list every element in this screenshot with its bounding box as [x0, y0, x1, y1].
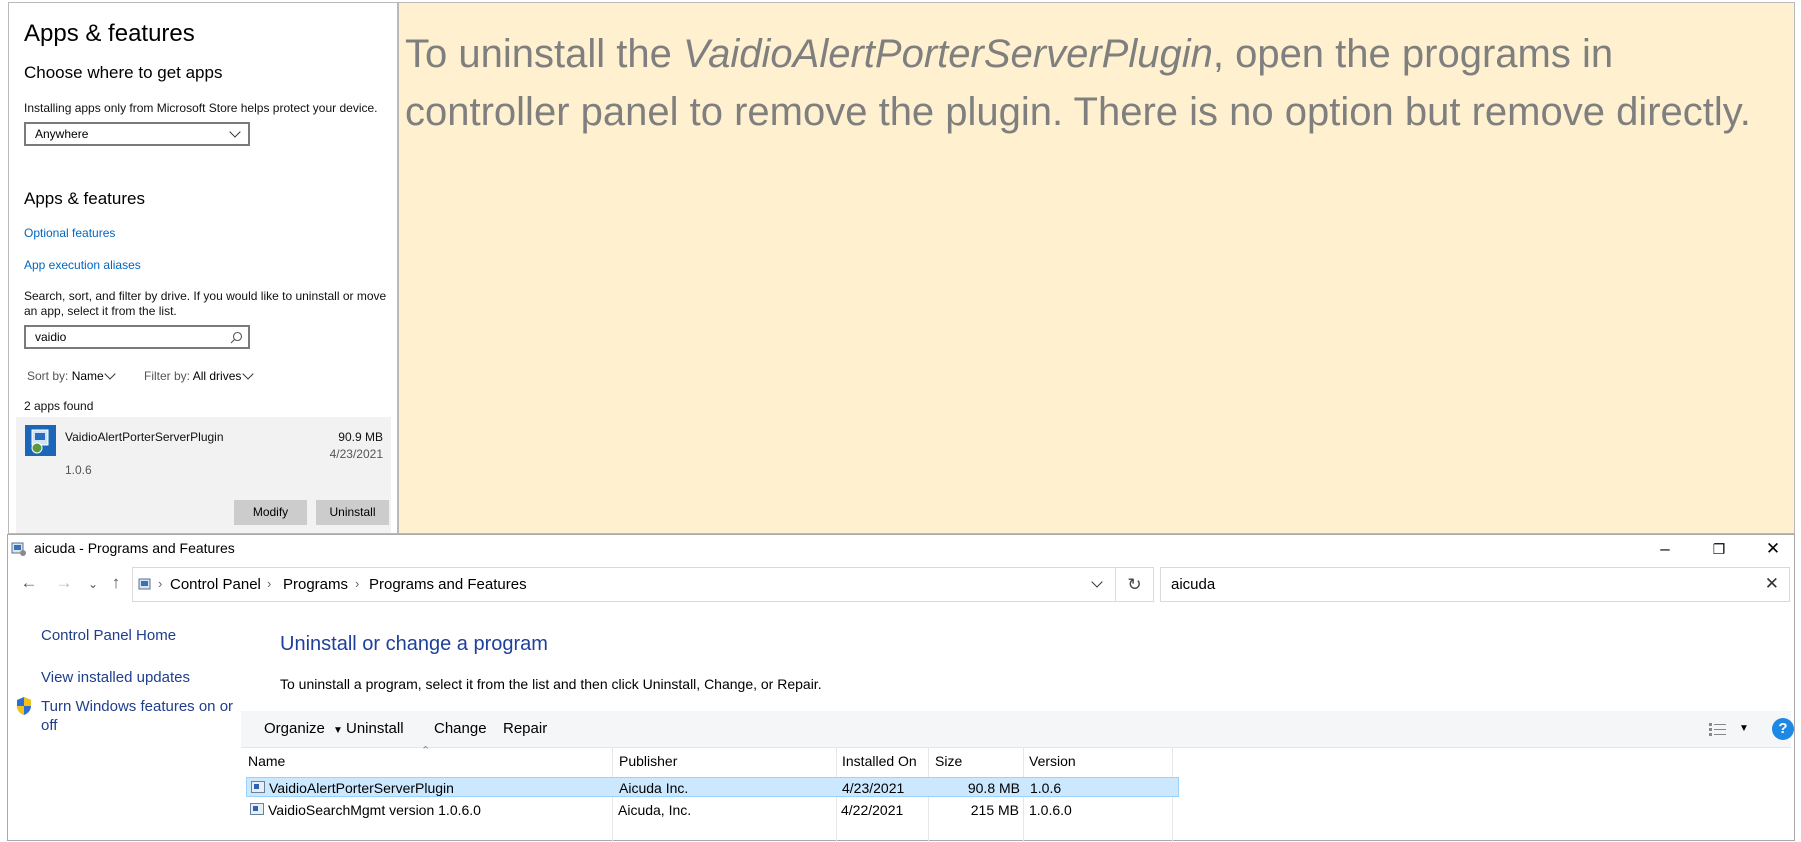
organize-menu[interactable]: Organize ▼ [264, 720, 343, 737]
organize-label: Organize [264, 720, 325, 737]
close-button[interactable]: ✕ [1751, 535, 1795, 563]
windows-features-link[interactable]: Turn Windows features on or off [41, 697, 233, 735]
breadcrumb-separator-icon: › [355, 576, 360, 591]
table-row[interactable]: VaidioSearchMgmt version 1.0.6.0 Aicuda,… [246, 800, 1179, 820]
windows-features-line2: off [41, 717, 58, 734]
search-icon [230, 331, 243, 344]
breadcrumb-separator-icon: › [267, 576, 272, 591]
command-bar: Organize ▼ Uninstall Change Repair ▼ ? [241, 711, 1794, 748]
apps-features-heading: Apps & features [24, 189, 145, 208]
row-size: 90.8 MB [967, 780, 1020, 796]
column-header-installed-on[interactable]: Installed On [842, 753, 917, 769]
row-installed-on: 4/23/2021 [842, 780, 905, 796]
app-search-value: vaidio [35, 330, 67, 344]
address-bar[interactable]: › Control Panel › Programs › Programs an… [132, 567, 1116, 602]
uninstall-button[interactable]: Uninstall [316, 500, 389, 525]
chevron-down-icon [242, 368, 254, 380]
table-row[interactable]: VaidioAlertPorterServerPlugin Aicuda Inc… [246, 777, 1179, 797]
app-execution-aliases-link[interactable]: App execution aliases [24, 258, 141, 272]
programs-features-window: aicuda - Programs and Features – ❐ ✕ ← →… [7, 534, 1795, 842]
breadcrumb-programs-features[interactable]: Programs and Features [369, 576, 527, 593]
back-arrow-icon[interactable]: ← [18, 573, 40, 593]
note-text: To uninstall the VaidioAlertPorterServer… [405, 25, 1775, 141]
uac-shield-icon [17, 697, 31, 715]
window-title: aicuda - Programs and Features [34, 540, 235, 556]
app-source-dropdown[interactable]: Anywhere [24, 122, 250, 146]
row-publisher: Aicuda Inc. [619, 780, 689, 796]
column-header-publisher[interactable]: Publisher [619, 753, 677, 769]
note-pre: To uninstall the [405, 32, 683, 76]
column-header-size[interactable]: Size [935, 753, 962, 769]
apps-found-count: 2 apps found [24, 399, 94, 413]
view-installed-updates-link[interactable]: View installed updates [41, 669, 190, 686]
breadcrumb-control-panel[interactable]: Control Panel [170, 576, 261, 593]
chevron-down-icon [229, 126, 241, 138]
filter-label: Filter by: [144, 369, 191, 383]
filter-value: All drives [192, 369, 242, 383]
column-header-version[interactable]: Version [1029, 753, 1076, 769]
settings-title: Apps & features [24, 20, 195, 47]
refresh-icon[interactable]: ↻ [1116, 567, 1154, 602]
toolbar-repair-button[interactable]: Repair [503, 720, 547, 737]
sort-value: Name [71, 369, 104, 383]
toolbar-change-button[interactable]: Change [434, 720, 487, 737]
row-name: VaidioAlertPorterServerPlugin [269, 780, 454, 796]
recent-locations-chevron-icon[interactable]: ⌄ [82, 577, 104, 591]
app-name: VaidioAlertPorterServerPlugin [65, 430, 224, 444]
breadcrumb-separator-icon: › [158, 576, 163, 591]
row-installed-on: 4/22/2021 [841, 802, 904, 818]
up-arrow-icon[interactable]: ↑ [105, 573, 127, 593]
dropdown-arrow-icon: ▼ [333, 725, 343, 736]
app-search-input[interactable]: vaidio [24, 325, 250, 349]
instruction-note: To uninstall the VaidioAlertPorterServer… [398, 2, 1795, 534]
title-bar: aicuda - Programs and Features – ❐ ✕ [8, 535, 1794, 563]
breadcrumb-programs[interactable]: Programs [283, 576, 348, 593]
clear-search-icon[interactable]: ✕ [1765, 574, 1779, 594]
note-plugin-name: VaidioAlertPorterServerPlugin [682, 32, 1213, 76]
settings-apps-panel: Apps & features Choose where to get apps… [8, 2, 398, 534]
windows-features-line1: Turn Windows features on or [41, 698, 234, 715]
app-list-item[interactable]: VaidioAlertPorterServerPlugin 90.9 MB 4/… [16, 417, 391, 533]
row-size: 215 MB [970, 802, 1019, 818]
column-header-name[interactable]: Name [248, 753, 285, 769]
app-date: 4/23/2021 [329, 447, 383, 461]
row-version: 1.0.6 [1030, 780, 1062, 796]
row-publisher: Aicuda, Inc. [618, 802, 692, 818]
app-version: 1.0.6 [65, 463, 92, 477]
chevron-down-icon [104, 368, 116, 380]
view-dropdown-arrow-icon[interactable]: ▼ [1739, 723, 1749, 734]
optional-features-link[interactable]: Optional features [24, 226, 115, 240]
sort-control[interactable]: Sort by: Name [27, 369, 104, 383]
search-control-panel-input[interactable]: aicuda ✕ [1160, 567, 1790, 602]
control-panel-home-link[interactable]: Control Panel Home [41, 627, 176, 644]
row-name: VaidioSearchMgmt version 1.0.6.0 [268, 802, 481, 818]
control-panel-icon [11, 542, 26, 556]
restore-button[interactable]: ❐ [1697, 535, 1741, 563]
address-dropdown-chevron-icon[interactable] [1091, 576, 1103, 588]
install-info-text: Installing apps only from Microsoft Stor… [24, 101, 378, 115]
minimize-button[interactable]: – [1643, 535, 1687, 563]
page-heading: Uninstall or change a program [280, 633, 548, 655]
program-icon [250, 803, 264, 815]
window-search-value: aicuda [1171, 576, 1216, 593]
sort-ascending-icon: ⌃ [421, 745, 431, 757]
search-help-text: Search, sort, and filter by drive. If yo… [24, 289, 387, 318]
page-instructions: To uninstall a program, select it from t… [280, 676, 822, 692]
help-icon[interactable]: ? [1772, 718, 1794, 740]
program-icon [251, 781, 265, 793]
filter-control[interactable]: Filter by: All drives [144, 369, 241, 383]
forward-arrow-icon[interactable]: → [53, 573, 75, 593]
app-source-value: Anywhere [35, 127, 89, 141]
app-size: 90.9 MB [338, 430, 383, 444]
row-version: 1.0.6.0 [1029, 802, 1072, 818]
view-options-icon[interactable] [1708, 722, 1728, 736]
control-panel-icon [138, 578, 151, 590]
choose-apps-heading: Choose where to get apps [24, 63, 223, 82]
installer-icon [25, 425, 56, 456]
toolbar-uninstall-button[interactable]: Uninstall [346, 720, 404, 737]
modify-button[interactable]: Modify [234, 500, 307, 525]
sort-label: Sort by: [27, 369, 69, 383]
